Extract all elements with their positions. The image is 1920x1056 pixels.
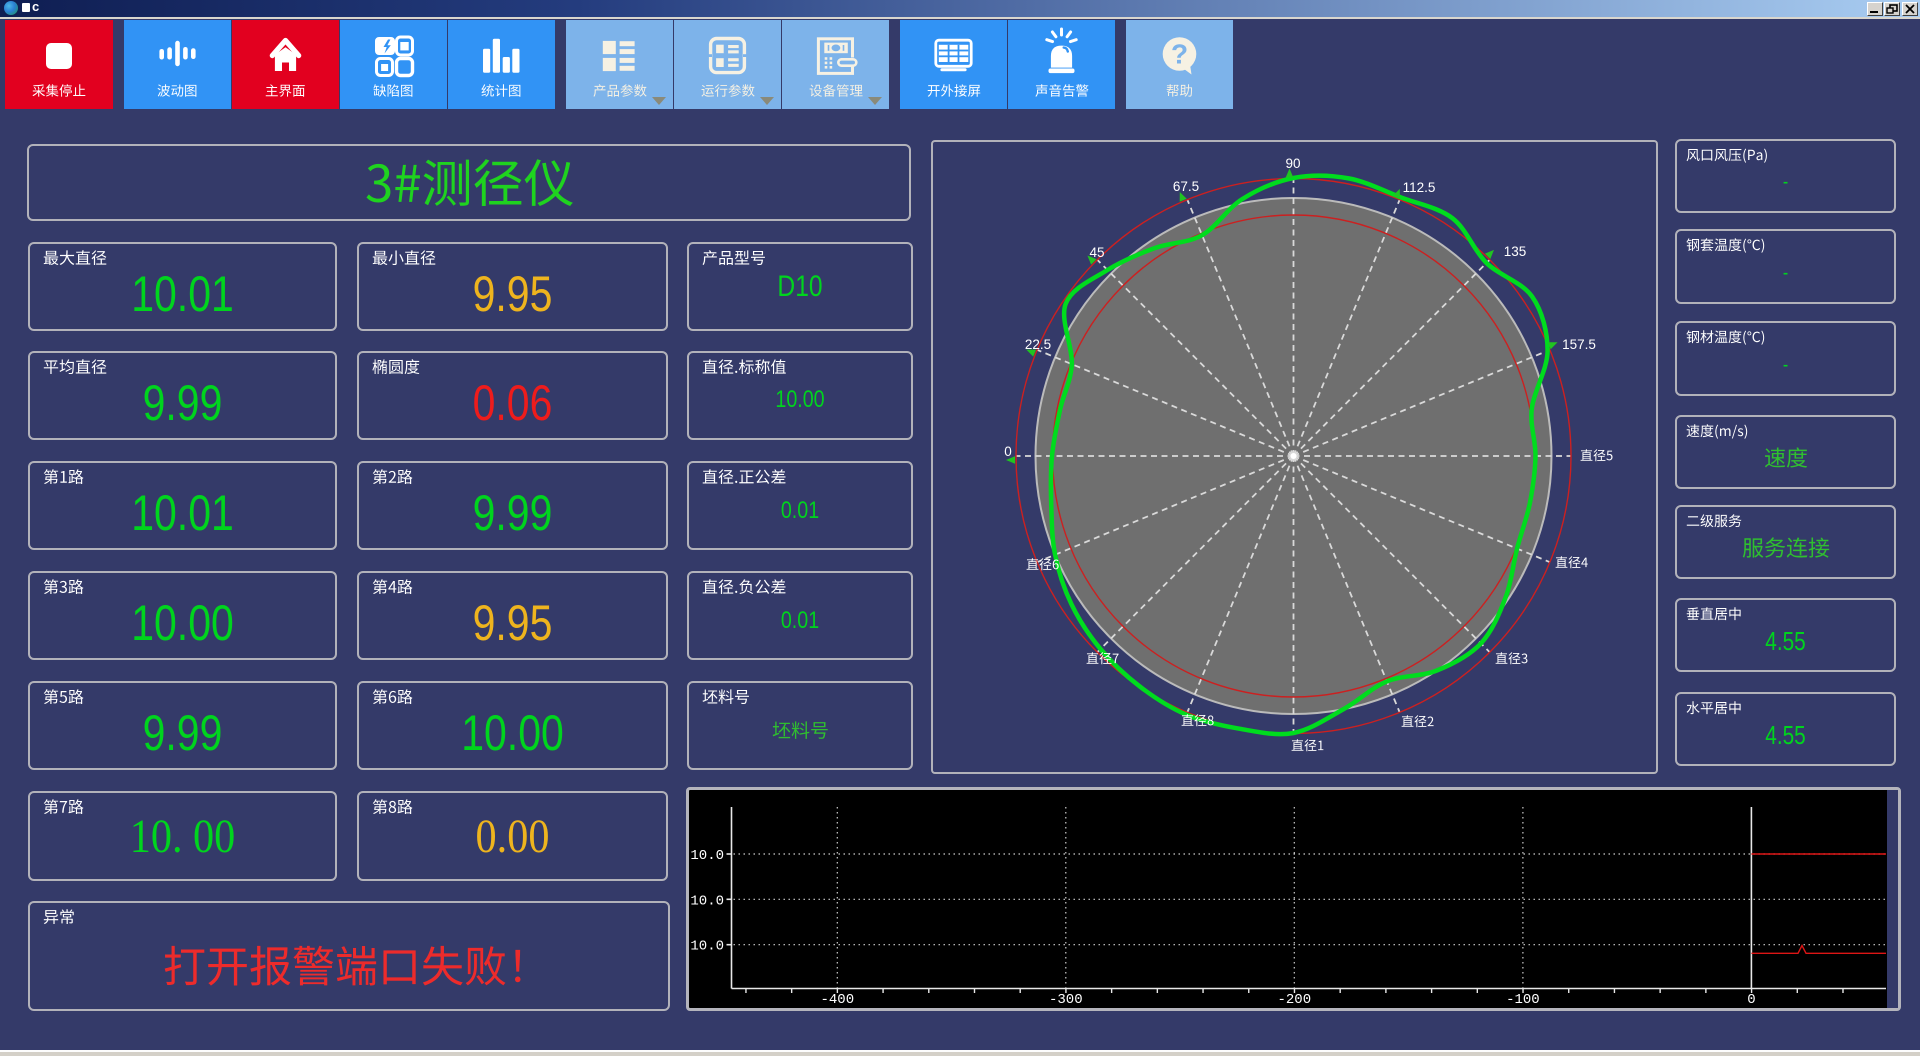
svg-text:67.5: 67.5	[1173, 179, 1199, 194]
